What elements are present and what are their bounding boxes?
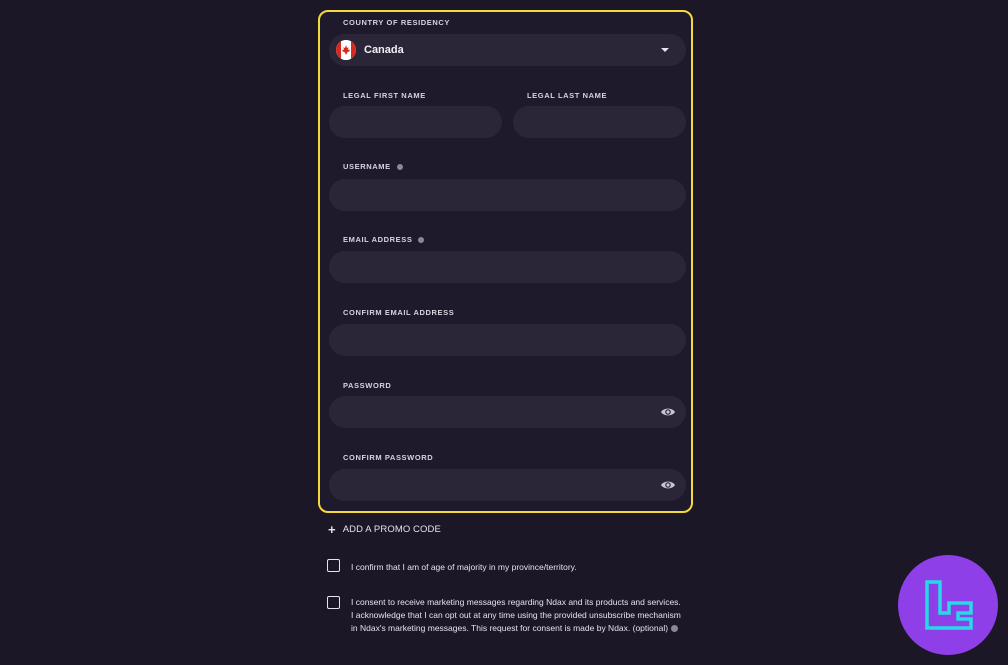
add-promo-code-button[interactable]: + ADD A PROMO CODE <box>328 521 441 537</box>
confirm-email-label: CONFIRM EMAIL ADDRESS <box>343 308 454 317</box>
eye-icon[interactable] <box>660 405 676 419</box>
marketing-consent-text-content: I consent to receive marketing messages … <box>351 597 681 633</box>
first-name-input[interactable] <box>329 106 502 138</box>
marketing-consent-checkbox[interactable] <box>327 596 340 609</box>
marketing-consent-row: I consent to receive marketing messages … <box>327 596 683 635</box>
info-icon[interactable] <box>396 163 403 170</box>
first-name-label-text: LEGAL FIRST NAME <box>343 91 426 100</box>
confirm-email-input[interactable] <box>329 324 686 356</box>
info-icon[interactable] <box>671 625 679 633</box>
confirm-password-label: CONFIRM PASSWORD <box>343 453 433 462</box>
email-input[interactable] <box>329 251 686 283</box>
last-name-input[interactable] <box>513 106 686 138</box>
age-confirm-checkbox[interactable] <box>327 559 340 572</box>
username-label: USERNAME <box>343 162 403 171</box>
plus-icon: + <box>328 521 336 537</box>
last-name-label: LEGAL LAST NAME <box>527 91 607 100</box>
brand-logo <box>898 555 998 655</box>
email-label-text: EMAIL ADDRESS <box>343 235 413 244</box>
last-name-label-text: LEGAL LAST NAME <box>527 91 608 100</box>
eye-icon[interactable] <box>660 478 676 492</box>
age-confirm-text: I confirm that I am of age of majority i… <box>351 562 577 572</box>
confirm-password-input[interactable] <box>329 469 686 501</box>
first-name-label: LEGAL FIRST NAME <box>343 91 426 100</box>
confirm-email-label-text: CONFIRM EMAIL ADDRESS <box>343 308 455 317</box>
username-input[interactable] <box>329 179 686 211</box>
brand-logo-icon <box>925 580 973 630</box>
country-label-text: COUNTRY OF RESIDENCY <box>343 18 451 27</box>
password-label-text: PASSWORD <box>343 381 392 390</box>
confirm-password-label-text: CONFIRM PASSWORD <box>343 453 434 462</box>
promo-label: ADD A PROMO CODE <box>342 524 441 535</box>
country-select-value: Canada <box>364 44 404 56</box>
canada-flag-icon <box>336 40 356 60</box>
country-select[interactable]: Canada <box>329 34 686 66</box>
marketing-consent-text: I consent to receive marketing messages … <box>351 596 683 635</box>
password-label: PASSWORD <box>343 381 391 390</box>
email-label: EMAIL ADDRESS <box>343 235 425 244</box>
password-input[interactable] <box>329 396 686 428</box>
age-confirm-row: I confirm that I am of age of majority i… <box>327 559 683 574</box>
info-icon[interactable] <box>418 236 425 243</box>
username-label-text: USERNAME <box>343 162 391 171</box>
country-label: COUNTRY OF RESIDENCY <box>343 18 450 27</box>
page: COUNTRY OF RESIDENCY Canada LEGAL FIRST … <box>0 0 1008 665</box>
registration-form-panel: COUNTRY OF RESIDENCY Canada LEGAL FIRST … <box>318 10 693 513</box>
chevron-down-icon <box>661 48 669 52</box>
